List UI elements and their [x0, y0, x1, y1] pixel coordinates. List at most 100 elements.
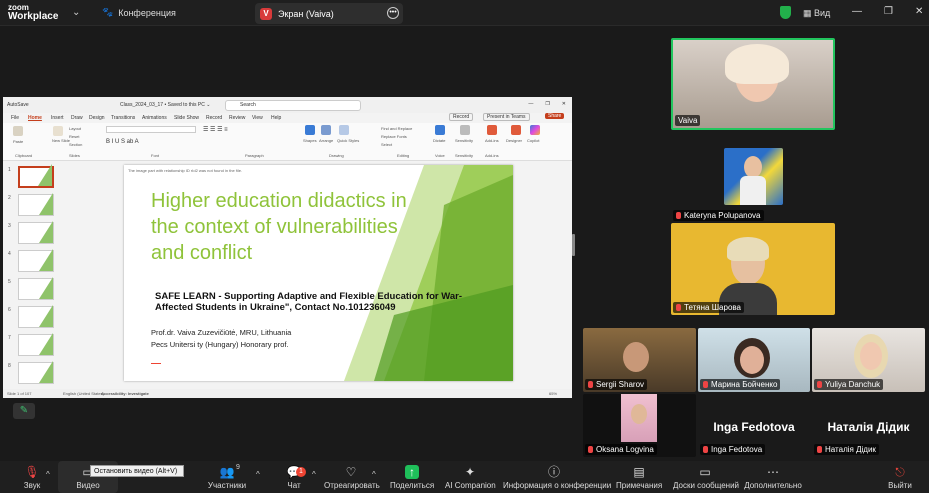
slide-thumbnail[interactable] — [18, 193, 54, 216]
ppt-search-input[interactable]: Search — [225, 100, 361, 111]
arrange-icon[interactable] — [321, 125, 331, 135]
paragraph-buttons[interactable]: ☰ ☰ ☰ ≡ — [203, 126, 228, 133]
shapes-icon[interactable] — [305, 125, 315, 135]
sensitivity-icon[interactable] — [460, 125, 470, 135]
quick-styles-icon[interactable] — [339, 125, 349, 135]
more-options-icon[interactable]: ••• — [387, 7, 399, 19]
minimize-icon[interactable]: — — [852, 6, 862, 17]
tab-record[interactable]: Record — [206, 115, 222, 121]
file-name[interactable]: Class_2024_03_17 • Saved to this PC ⌄ — [120, 102, 210, 108]
ai-companion-button[interactable]: ✦ AI Companion — [445, 461, 496, 493]
paw-icon: 🐾 — [102, 7, 114, 17]
annotate-pen-icon[interactable]: ✎ — [13, 403, 35, 419]
participant-tile[interactable]: Inga Fedotova Inga Fedotova — [698, 394, 810, 457]
slide-thumbnail[interactable] — [18, 361, 54, 384]
info-icon: ⓘ — [547, 465, 560, 479]
react-button[interactable]: ♡ Отреагировать — [324, 461, 380, 493]
tab-view[interactable]: View — [252, 115, 263, 121]
notes-button[interactable]: ▤ Примечания — [616, 461, 662, 493]
reset-button[interactable]: Reset — [69, 134, 79, 139]
participant-tile[interactable]: Kateryna Polupanova — [671, 207, 835, 221]
audio-options-chevron-icon[interactable]: ^ — [46, 470, 50, 479]
autosave-toggle[interactable]: AutoSave — [7, 102, 29, 108]
paste-icon[interactable] — [13, 126, 23, 136]
tab-review[interactable]: Review — [229, 115, 245, 121]
layout-button[interactable]: Layout — [69, 126, 81, 131]
designer-icon[interactable] — [511, 125, 521, 135]
designer-label: Designer — [506, 138, 523, 143]
participant-tile[interactable]: Sergii Sharov — [583, 328, 696, 392]
more-button[interactable]: ⋯ Дополнительно — [744, 461, 802, 493]
tab-transitions[interactable]: Transitions — [111, 115, 135, 121]
ppt-share-button[interactable]: Share — [545, 113, 565, 119]
participant-tile[interactable]: Тетяна Шарова — [671, 223, 835, 315]
new-slide-icon[interactable] — [53, 126, 63, 136]
zoom-logo: zoom Workplace — [8, 3, 59, 22]
language-status[interactable]: English (United States) — [63, 391, 104, 396]
participant-name: Kateryna Polupanova — [673, 210, 764, 221]
participant-tile[interactable] — [724, 148, 783, 205]
view-menu[interactable]: ▦ Вид — [803, 8, 830, 19]
record-button[interactable]: Record — [449, 113, 474, 121]
screen-share-tab[interactable]: V Экран (Vaiva) ••• — [255, 3, 403, 24]
ppt-restore-icon[interactable]: ❐ — [545, 101, 549, 107]
audio-button[interactable]: 🎙 Звук — [14, 461, 50, 493]
leave-button[interactable]: ⎋ Выйти — [884, 461, 916, 493]
participants-button[interactable]: 👥 Участники — [205, 461, 249, 493]
tab-insert[interactable]: Insert — [51, 115, 64, 121]
slide-thumbnail[interactable] — [18, 164, 54, 188]
slide-thumbnail[interactable] — [18, 305, 54, 328]
copilot-icon[interactable] — [530, 125, 540, 135]
add-ins-icon[interactable] — [487, 125, 497, 135]
participant-tile[interactable]: Марина Бойченко — [698, 328, 810, 392]
participant-name: Vaiva — [675, 115, 701, 126]
participants-chevron-icon[interactable]: ^ — [256, 470, 260, 479]
tab-draw[interactable]: Draw — [71, 115, 83, 121]
ppt-minimize-icon[interactable]: — — [528, 101, 533, 107]
logo-menu-chevron-icon[interactable]: ⌄ — [72, 7, 80, 18]
panel-resize-handle[interactable] — [572, 234, 575, 256]
replace-fonts-button[interactable]: Replace Fonts — [381, 134, 407, 139]
meeting-info-button[interactable]: ⓘ Информация о конференции — [503, 461, 611, 493]
paste-label: Paste — [13, 139, 24, 144]
section-button[interactable]: Section — [69, 142, 82, 147]
tab-animations[interactable]: Animations — [142, 115, 167, 121]
present-in-teams-button[interactable]: Present in Teams — [483, 113, 530, 121]
tab-help[interactable]: Help — [271, 115, 281, 121]
font-style-buttons[interactable]: B I U S ab A — [106, 139, 139, 145]
dictate-icon[interactable] — [435, 125, 445, 135]
leave-door-icon: ⎋ — [895, 465, 905, 479]
encryption-shield-icon[interactable] — [780, 6, 791, 19]
slide-thumbnail[interactable] — [18, 221, 54, 244]
accessibility-status[interactable]: Accessibility: Investigate — [101, 391, 149, 396]
tab-home[interactable]: Home — [28, 115, 42, 121]
current-slide[interactable]: The image part with relationship ID rId2… — [124, 165, 513, 381]
slide-thumbnail[interactable] — [18, 249, 54, 272]
restore-icon[interactable]: ❐ — [884, 6, 893, 17]
slide-thumbnail[interactable] — [18, 277, 54, 300]
muted-mic-icon — [588, 446, 593, 453]
participant-tile[interactable]: Yuliya Danchuk — [812, 328, 925, 392]
select-button[interactable]: Select — [381, 142, 392, 147]
share-screen-button[interactable]: ↑ Поделиться — [390, 461, 434, 493]
find-replace-button[interactable]: Find and Replace — [381, 126, 412, 131]
participant-big-name: Inga Fedotova — [713, 420, 795, 434]
participant-tile[interactable]: Vaiva — [671, 38, 835, 130]
sparkle-icon: ✦ — [464, 465, 476, 479]
screen-tab-label: Экран (Vaiva) — [278, 8, 334, 19]
zoom-level[interactable]: 65% — [549, 391, 557, 396]
slide-thumbnail[interactable] — [18, 333, 54, 356]
conference-menu[interactable]: 🐾 Конференция — [102, 7, 176, 18]
tab-file[interactable]: File — [11, 115, 19, 121]
tab-slideshow[interactable]: Slide Show — [174, 115, 199, 121]
chat-button[interactable]: 💬 Чат — [280, 461, 308, 493]
participant-tile[interactable]: Наталія Дідик Наталія Дідик — [812, 394, 925, 457]
close-icon[interactable]: ✕ — [915, 6, 923, 17]
react-chevron-icon[interactable]: ^ — [372, 470, 376, 479]
ppt-close-icon[interactable]: ✕ — [562, 101, 566, 107]
chat-chevron-icon[interactable]: ^ — [312, 470, 316, 479]
tab-design[interactable]: Design — [89, 115, 105, 121]
participant-tile[interactable]: Oksana Logvina — [583, 394, 696, 457]
whiteboards-button[interactable]: ▭ Доски сообщений — [673, 461, 739, 493]
font-name-select[interactable] — [106, 126, 196, 133]
